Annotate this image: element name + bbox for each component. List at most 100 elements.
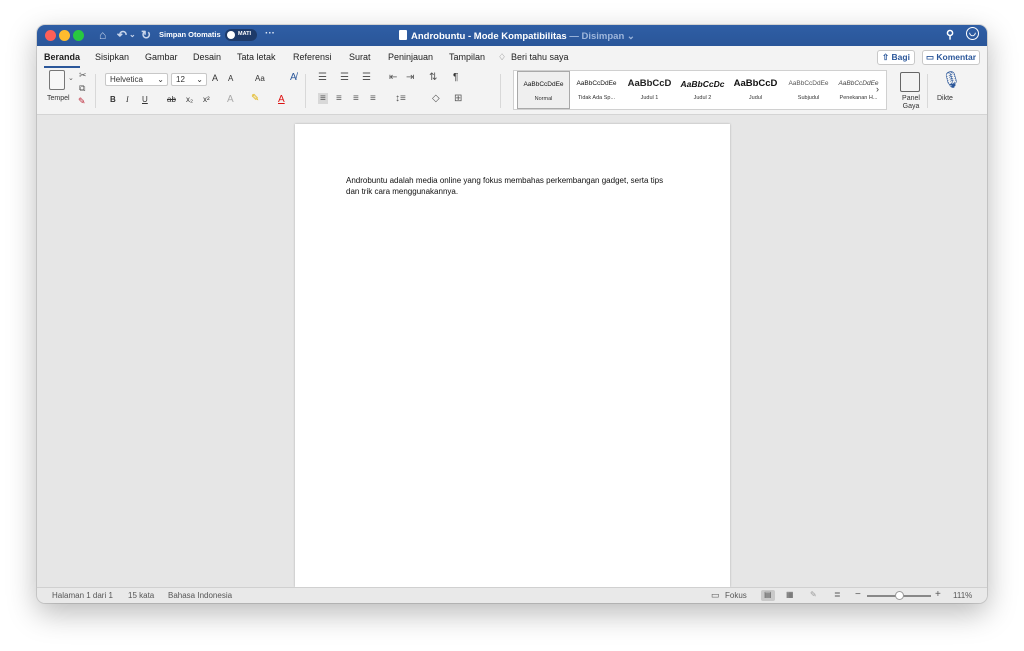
page-count[interactable]: Halaman 1 dari 1 — [52, 591, 113, 600]
strikethrough-button[interactable]: ab — [167, 95, 176, 104]
styles-gallery: AaBbCcDdEe Normal AaBbCcDdEe Tidak Ada S… — [513, 70, 887, 110]
decrease-indent-icon[interactable]: ⇤ — [389, 72, 397, 83]
zoom-window-button[interactable] — [73, 30, 84, 41]
tab-surat[interactable]: Surat — [349, 52, 371, 62]
tab-gambar[interactable]: Gambar — [145, 52, 178, 62]
underline-button[interactable]: U — [142, 95, 148, 104]
more-options-button[interactable]: ··· — [265, 28, 275, 39]
clipboard-paste-icon[interactable] — [49, 70, 65, 90]
minimize-window-button[interactable] — [59, 30, 70, 41]
chevron-right-icon[interactable]: › — [876, 84, 879, 94]
dictate-label[interactable]: Dikte — [937, 95, 953, 102]
redo-icon[interactable]: ↻ — [141, 28, 151, 42]
close-window-button[interactable] — [45, 30, 56, 41]
superscript-button[interactable]: x² — [203, 95, 210, 104]
font-size-select[interactable]: 12 ⌄ — [171, 73, 207, 86]
increase-indent-icon[interactable]: ⇥ — [406, 72, 414, 83]
autosave-state: MATI — [238, 31, 252, 37]
document-title[interactable]: Androbuntu - Mode Kompatibilitas — Disim… — [399, 30, 635, 42]
word-window: ⌂ ↶ ⌄ ↻ Simpan Otomatis MATI ··· Androbu… — [37, 25, 987, 603]
style-title[interactable]: AaBbCcD Judul — [729, 71, 782, 109]
justify-icon[interactable]: ≡ — [370, 93, 376, 104]
zoom-out-button[interactable]: − — [855, 589, 861, 600]
title-bar: ⌂ ↶ ⌄ ↻ Simpan Otomatis MATI ··· Androbu… — [37, 25, 987, 46]
autosave-toggle[interactable]: MATI — [225, 29, 257, 41]
zoom-level[interactable]: 111% — [953, 591, 972, 600]
paste-dropdown-icon[interactable]: ⌄ — [68, 74, 74, 82]
line-spacing-icon[interactable]: ↕≡ — [395, 93, 406, 104]
tab-desain[interactable]: Desain — [193, 52, 221, 62]
align-center-icon[interactable]: ≡ — [336, 93, 342, 104]
sort-icon[interactable]: ⇅ — [429, 72, 437, 83]
style-subtitle[interactable]: AaBbCcDdEe Subjudul — [782, 71, 835, 109]
subscript-button[interactable]: x₂ — [186, 95, 193, 104]
font-size-value: 12 — [176, 75, 185, 84]
microphone-icon[interactable]: 🎙 — [941, 70, 961, 90]
style-heading-1[interactable]: AaBbCcD Judul 1 — [623, 71, 676, 109]
paste-label[interactable]: Tempel — [47, 95, 70, 102]
text-effects-icon[interactable]: A — [227, 94, 234, 105]
draft-view-button[interactable]: ≣ — [831, 590, 845, 601]
style-normal[interactable]: AaBbCcDdEe Normal — [517, 71, 570, 109]
tab-referensi[interactable]: Referensi — [293, 52, 332, 62]
styles-pane-label[interactable]: Panel Gaya — [901, 95, 921, 110]
cut-icon[interactable]: ✂ — [79, 70, 87, 81]
tab-tampilan[interactable]: Tampilan — [449, 52, 485, 62]
tell-me-input[interactable]: Beri tahu saya — [511, 52, 569, 62]
style-preview: AaBbCcDdEe — [788, 80, 829, 87]
style-name: Judul — [748, 95, 763, 101]
word-count[interactable]: 15 kata — [128, 591, 154, 600]
undo-dropdown-icon[interactable]: ⌄ — [129, 28, 136, 42]
document-body-text[interactable]: Androbuntu adalah media online yang foku… — [346, 176, 676, 197]
tab-tata-letak[interactable]: Tata letak — [237, 52, 276, 62]
copy-icon[interactable]: ⧉ — [79, 83, 85, 94]
search-icon[interactable]: ⚲ — [946, 28, 954, 41]
style-heading-2[interactable]: AaBbCcDc Judul 2 — [676, 71, 729, 109]
document-canvas[interactable]: Androbuntu adalah media online yang foku… — [37, 115, 987, 587]
style-name: Normal — [534, 96, 553, 102]
change-case-button[interactable]: Aa — [255, 74, 265, 83]
share-button[interactable]: ⇧ Bagi — [877, 50, 915, 65]
status-bar: Halaman 1 dari 1 15 kata Bahasa Indonesi… — [37, 587, 987, 603]
style-no-spacing[interactable]: AaBbCcDdEe Tidak Ada Sp... — [570, 71, 623, 109]
highlight-color-icon[interactable]: ✎ — [251, 93, 259, 104]
comments-button[interactable]: ▭ Komentar — [922, 50, 980, 65]
bullets-icon[interactable]: ☰ — [318, 72, 327, 83]
tab-sisipkan[interactable]: Sisipkan — [95, 52, 129, 62]
format-painter-icon[interactable]: ✎ — [78, 96, 86, 107]
home-icon[interactable]: ⌂ — [99, 28, 106, 42]
align-left-icon[interactable]: ≡ — [318, 93, 328, 104]
font-name-select[interactable]: Helvetica ⌄ — [105, 73, 168, 86]
autosave-label: Simpan Otomatis — [159, 30, 221, 39]
zoom-slider-handle[interactable] — [895, 591, 904, 600]
divider — [305, 74, 306, 108]
multilevel-list-icon[interactable]: ☰ — [362, 72, 371, 83]
document-page[interactable]: Androbuntu adalah media online yang foku… — [295, 124, 730, 587]
language-indicator[interactable]: Bahasa Indonesia — [168, 591, 232, 600]
borders-icon[interactable]: ⊞ — [454, 93, 462, 104]
grow-font-button[interactable]: A — [212, 73, 218, 83]
bold-button[interactable]: B — [110, 95, 116, 104]
font-color-icon[interactable]: A — [278, 94, 285, 105]
print-layout-view-button[interactable]: ▤ — [761, 590, 775, 601]
focus-icon[interactable]: ▭ — [711, 590, 720, 601]
zoom-in-button[interactable]: + — [935, 589, 941, 600]
read-mode-view-button[interactable]: ✎ — [807, 590, 821, 601]
clear-formatting-icon[interactable]: A̸ — [290, 72, 297, 83]
style-preview: AaBbCcD — [627, 78, 672, 89]
shrink-font-button[interactable]: A — [228, 74, 233, 83]
web-layout-view-button[interactable]: ▦ — [783, 590, 797, 601]
tab-beranda[interactable]: Beranda — [44, 52, 81, 68]
style-name: Penekanan H... — [839, 95, 878, 101]
italic-button[interactable]: I — [126, 95, 129, 104]
tab-peninjauan[interactable]: Peninjauan — [388, 52, 433, 62]
undo-icon[interactable]: ↶ — [117, 28, 127, 42]
styles-pane-icon[interactable] — [900, 72, 920, 92]
feedback-smiley-icon[interactable]: ◡ — [966, 27, 979, 40]
numbering-icon[interactable]: ☰ — [340, 72, 349, 83]
align-right-icon[interactable]: ≡ — [353, 93, 359, 104]
divider — [95, 74, 96, 108]
show-formatting-button[interactable]: ¶ — [453, 72, 458, 83]
shading-icon[interactable]: ◇ — [432, 93, 440, 104]
focus-button[interactable]: Fokus — [725, 591, 747, 600]
